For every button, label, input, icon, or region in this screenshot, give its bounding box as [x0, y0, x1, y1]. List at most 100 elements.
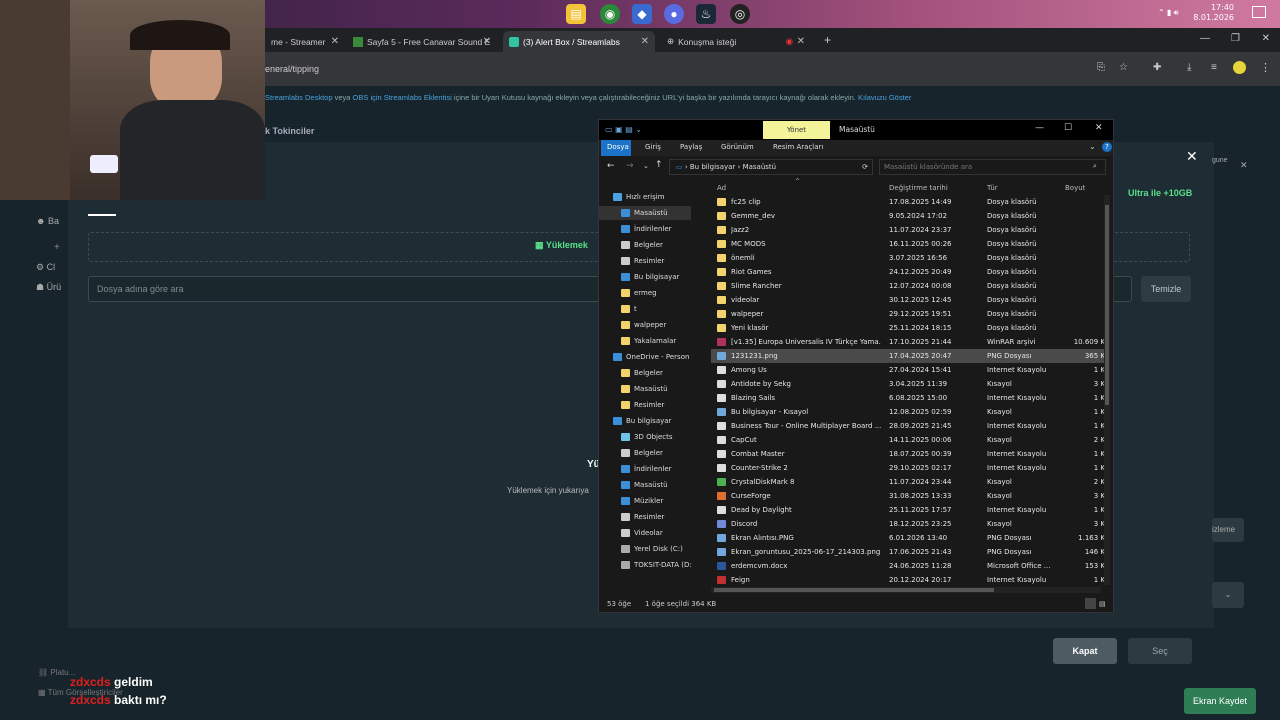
recent-chevron-icon[interactable]: ⌄: [643, 162, 649, 170]
tab-alertbox[interactable]: (3) Alert Box / Streamlabs ✕: [503, 31, 655, 52]
nav-item[interactable]: Resimler: [621, 510, 664, 524]
file-row[interactable]: MC MODS 16.11.2025 00:26 Dosya klasörü: [711, 237, 1107, 251]
tab-konusma[interactable]: ⊕ Konuşma isteği ◉ ✕: [661, 31, 811, 52]
file-row[interactable]: walpeper 29.12.2025 19:51 Dosya klasörü: [711, 307, 1107, 321]
file-row[interactable]: fc25 clip 17.08.2025 14:49 Dosya klasörü: [711, 195, 1107, 209]
add-icon[interactable]: +: [54, 242, 60, 253]
steam-icon[interactable]: ♨: [696, 4, 716, 24]
breadcrumb-item[interactable]: Bu bilgisayar: [690, 163, 735, 171]
nav-item[interactable]: t: [621, 302, 637, 316]
column-size[interactable]: Boyut: [1065, 184, 1085, 192]
ribbon-tab-file[interactable]: Dosya: [607, 143, 629, 151]
side-item[interactable]: ☻ Ba: [36, 216, 59, 226]
new-tab-icon[interactable]: +: [824, 33, 831, 47]
file-row[interactable]: Feign 20.12.2024 20:17 Internet Kısayolu 1 …: [711, 573, 1107, 587]
nav-item[interactable]: walpeper: [621, 318, 666, 332]
file-row[interactable]: Combat Master 18.07.2025 00:39 Internet Kı…: [711, 447, 1107, 461]
file-row[interactable]: Riot Games 24.12.2025 20:49 Dosya klasörü: [711, 265, 1107, 279]
chrome-icon[interactable]: ◉: [600, 4, 620, 24]
tab-sayfa5[interactable]: Sayfa 5 - Free Canavar Sound E ✕: [347, 31, 497, 52]
tab-streamer[interactable]: me - Streamer ✕: [265, 31, 345, 52]
ribbon-tab-picture-tools[interactable]: Resim Araçları: [773, 143, 823, 151]
file-row[interactable]: CapCut 14.11.2025 00:06 Kısayol 2 K: [711, 433, 1107, 447]
nav-item[interactable]: Bu bilgisayar: [621, 270, 679, 284]
nav-item[interactable]: OneDrive - Person: [613, 350, 689, 364]
screen-record-button[interactable]: Ekran Kaydet: [1184, 688, 1256, 714]
file-explorer-icon[interactable]: ▤: [566, 4, 586, 24]
obs-icon[interactable]: ◎: [730, 4, 750, 24]
ribbon-tab-view[interactable]: Görünüm: [721, 143, 754, 151]
back-icon[interactable]: ←: [607, 161, 615, 171]
column-type[interactable]: Tür: [987, 184, 998, 192]
nav-item[interactable]: Hızlı erişim: [613, 190, 665, 204]
horizontal-scroll-thumb[interactable]: [714, 588, 994, 592]
chevron-down-icon[interactable]: ⌄: [1089, 142, 1096, 151]
nav-item[interactable]: İndirilenler: [621, 222, 672, 236]
menu-icon[interactable]: ⋮: [1260, 61, 1271, 74]
download-icon[interactable]: ⤓: [1187, 62, 1191, 73]
explorer-search-input[interactable]: Masaüstü klasöründe ara: [879, 159, 1106, 175]
quick-access-toolbar-icon[interactable]: ▭ ▣ ▤ ⌄: [605, 125, 642, 134]
chevron-down-icon[interactable]: ⌄: [1212, 582, 1244, 608]
ribbon-tab-share[interactable]: Paylaş: [680, 143, 702, 151]
close-icon[interactable]: ✕: [331, 36, 339, 47]
file-row[interactable]: Ekran_goruntusu_2025-06-17_214303.png 17.…: [711, 545, 1107, 559]
file-row[interactable]: [v1.35] Europa Universalis IV Türkçe Yam…: [711, 335, 1107, 349]
nav-item[interactable]: Resimler: [621, 398, 664, 412]
refresh-icon[interactable]: ⟳: [862, 163, 868, 171]
nav-item[interactable]: Masaüstü: [599, 206, 691, 220]
nav-item[interactable]: Yakalamalar: [621, 334, 676, 348]
file-row[interactable]: Jazz2 11.07.2024 23:37 Dosya klasörü: [711, 223, 1107, 237]
streamlabs-desktop-link[interactable]: Streamlabs Desktop: [265, 93, 333, 102]
file-row[interactable]: Dead by Daylight 25.11.2025 17:57 Internet…: [711, 503, 1107, 517]
nav-item[interactable]: 3D Objects: [621, 430, 673, 444]
file-row[interactable]: Blazing Sails 6.08.2025 15:00 Internet Kıs…: [711, 391, 1107, 405]
nav-item[interactable]: Masaüstü: [621, 478, 668, 492]
translate-icon[interactable]: ⎘: [1097, 62, 1105, 73]
extensions-icon[interactable]: ✚: [1153, 62, 1161, 73]
forward-icon[interactable]: →: [626, 161, 634, 171]
vertical-scroll-thumb[interactable]: [1105, 205, 1109, 405]
column-date[interactable]: Değiştirme tarihi: [889, 184, 948, 192]
file-row[interactable]: Ekran Alıntısı.PNG 6.01.2026 13:40 PNG Dos…: [711, 531, 1107, 545]
clock[interactable]: 17:40 8.01.2026: [1193, 3, 1234, 23]
clear-button[interactable]: Temizle: [1141, 276, 1191, 302]
ribbon-tab-home[interactable]: Giriş: [645, 143, 661, 151]
restore-icon[interactable]: ❐: [1231, 33, 1240, 44]
breadcrumb[interactable]: ▭ › Bu bilgisayar › Masaüstü ⟳: [669, 159, 873, 175]
guide-link[interactable]: Kılavuzu Göster: [858, 93, 911, 102]
url-field[interactable]: eneral/tipping: [265, 64, 319, 74]
nav-item[interactable]: ermeg: [621, 286, 657, 300]
tray-icons[interactable]: ⌃ ▮ 🔊︎: [1158, 8, 1179, 18]
close-window-icon[interactable]: ✕: [1262, 33, 1270, 44]
close-icon[interactable]: ✕: [1240, 160, 1248, 171]
file-row[interactable]: Business Tour - Online Multiplayer Board…: [711, 419, 1107, 433]
file-row[interactable]: Counter-Strike 2 29.10.2025 02:17 Internet…: [711, 461, 1107, 475]
thumbnail-view-icon[interactable]: ▤: [1099, 600, 1106, 608]
obs-plugin-link[interactable]: OBS için Streamlabs Eklentisi: [353, 93, 452, 102]
star-icon[interactable]: ☆: [1119, 62, 1128, 73]
file-row[interactable]: önemli 3.07.2025 16:56 Dosya klasörü: [711, 251, 1107, 265]
ultra-upsell[interactable]: Ultra ile +10GB: [1128, 188, 1192, 198]
file-row[interactable]: Among Us 27.04.2024 15:41 Internet Kısayol…: [711, 363, 1107, 377]
file-row[interactable]: videolar 30.12.2025 12:45 Dosya klasörü: [711, 293, 1107, 307]
file-row[interactable]: Antidote by Sekg 3.04.2025 11:39 Kısayol 3 …: [711, 377, 1107, 391]
file-row[interactable]: Slime Rancher 12.07.2024 00:08 Dosya klasö…: [711, 279, 1107, 293]
close-button[interactable]: Kapat: [1053, 638, 1117, 664]
nav-item[interactable]: Yerel Disk (C:): [621, 542, 683, 556]
side-item[interactable]: ⚙ Cl: [36, 262, 55, 273]
minimize-icon[interactable]: —: [1035, 123, 1044, 133]
nav-item[interactable]: Belgeler: [621, 366, 663, 380]
nav-item[interactable]: TOKSIT-DATA (D:: [621, 558, 692, 572]
manage-tab[interactable]: Yönet: [763, 121, 830, 139]
help-icon[interactable]: ?: [1102, 142, 1112, 152]
close-icon[interactable]: ✕: [797, 36, 805, 47]
close-icon[interactable]: ✕: [641, 36, 649, 47]
nav-item[interactable]: Belgeler: [621, 446, 663, 460]
file-row[interactable]: Gemme_dev 9.05.2024 17:02 Dosya klasörü: [711, 209, 1107, 223]
notifications-icon[interactable]: [1252, 6, 1266, 18]
avatar[interactable]: [1233, 61, 1246, 74]
side-item[interactable]: ☗ Ürü: [36, 282, 61, 293]
media-icon[interactable]: ≡: [1211, 62, 1217, 73]
maximize-icon[interactable]: ☐: [1064, 123, 1072, 133]
